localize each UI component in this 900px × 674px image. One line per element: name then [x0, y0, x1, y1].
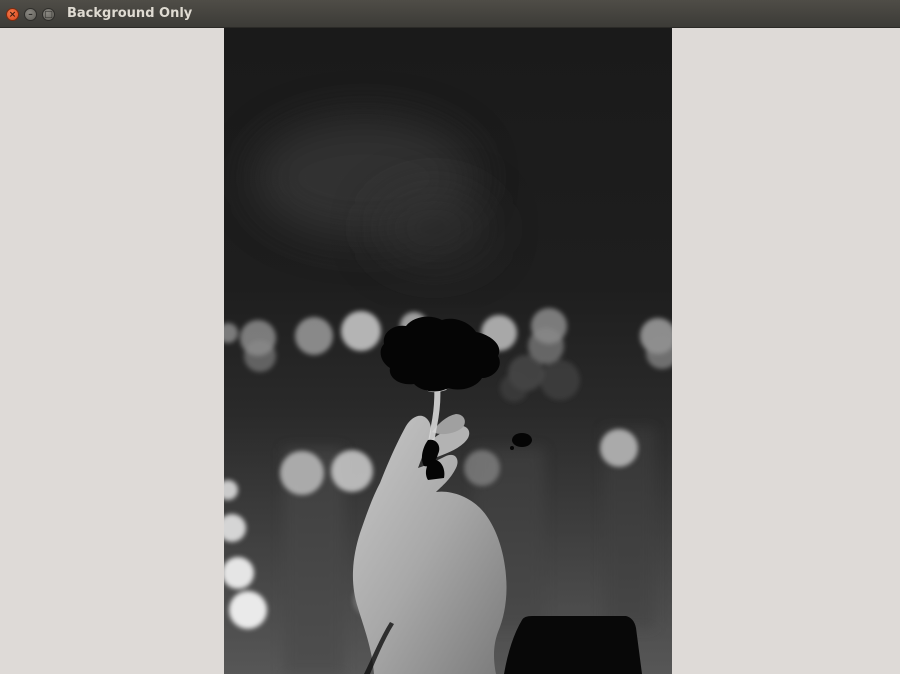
photo-icon	[224, 118, 672, 674]
maximize-button[interactable]: □	[42, 8, 55, 21]
title-bar[interactable]: × – □ Background Only	[0, 0, 900, 28]
minimize-icon: –	[28, 10, 33, 20]
image-canvas	[224, 28, 672, 674]
minimize-button[interactable]: –	[24, 8, 37, 21]
window-title: Background Only	[67, 6, 193, 21]
maximize-icon: □	[44, 10, 53, 20]
close-button[interactable]: ×	[6, 8, 19, 21]
app-window: × – □ Background Only	[0, 0, 900, 674]
close-icon: ×	[8, 10, 17, 20]
